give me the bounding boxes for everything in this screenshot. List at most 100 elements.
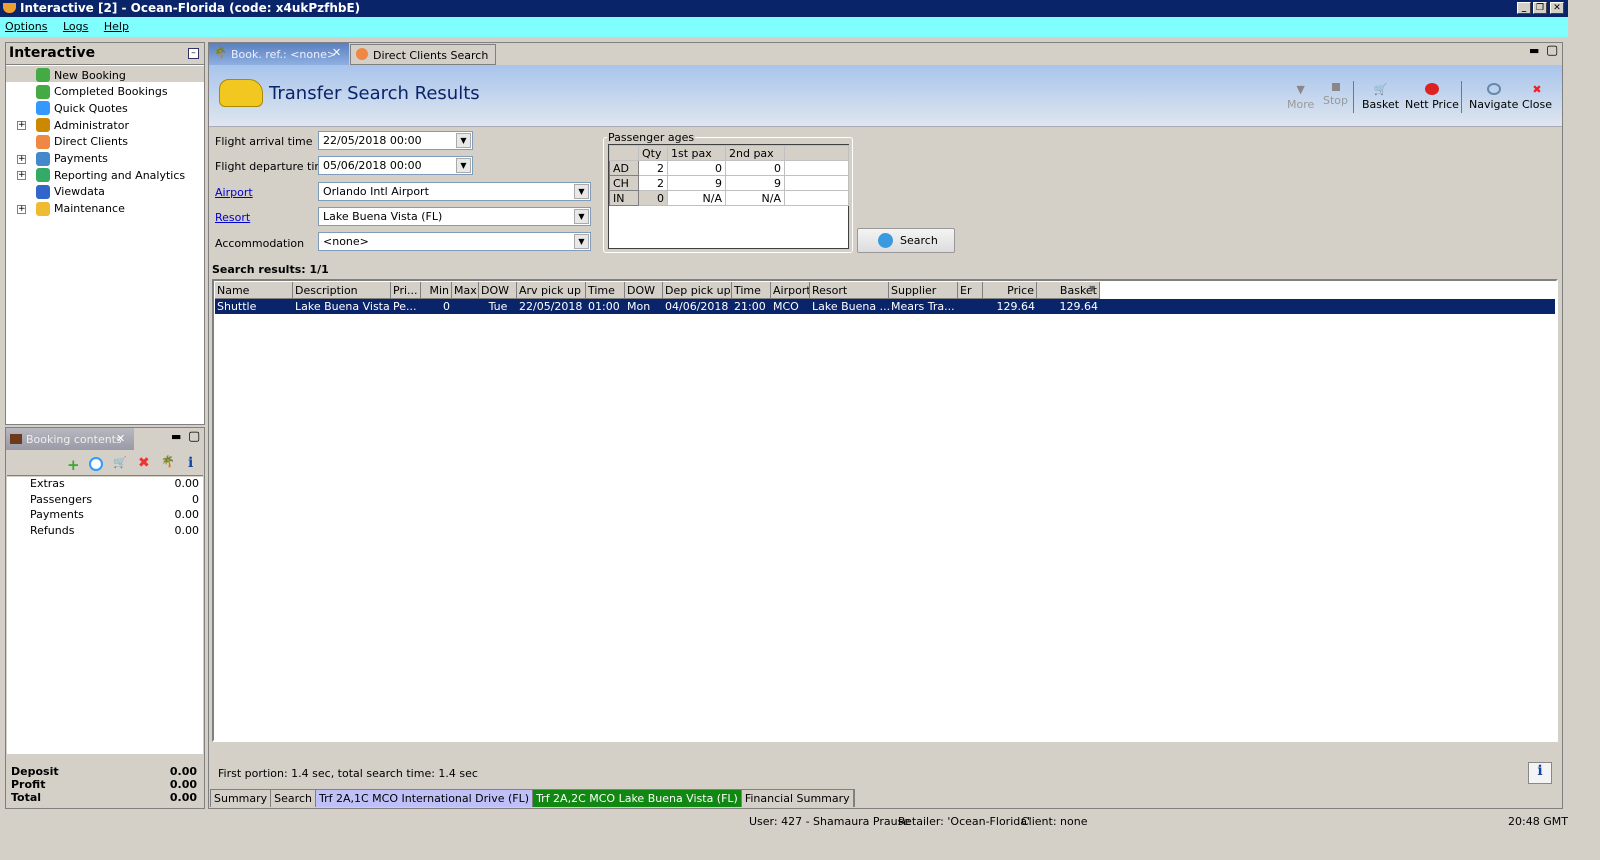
info-icon[interactable]: i — [188, 455, 193, 471]
expand-icon[interactable]: + — [17, 171, 26, 181]
bottom-tab[interactable]: Trf 2A,1C MCO International Drive (FL) — [315, 790, 534, 807]
sidebar-item-completed-bookings[interactable]: Completed Bookings — [36, 84, 168, 100]
basket-transfer-icon[interactable]: 🛒 — [113, 456, 127, 469]
page-title: Transfer Search Results — [269, 83, 480, 104]
info-button[interactable]: i — [1528, 762, 1552, 784]
passenger-ages-grid[interactable]: Qty 1st pax 2nd pax AD 2 0 0 CH 2 9 9 IN 0 N/A N/A — [609, 145, 849, 206]
sidebar-item-reporting-and-analytics[interactable]: Reporting and Analytics — [36, 167, 185, 183]
pax-cell[interactable]: N/A — [667, 190, 726, 206]
sidebar-item-payments[interactable]: Payments — [36, 151, 108, 167]
table-cell — [452, 299, 479, 314]
minimize-button[interactable]: _ — [1517, 2, 1531, 14]
expand-icon[interactable]: + — [17, 204, 26, 214]
sidebar-item-maintenance[interactable]: Maintenance — [36, 201, 125, 217]
item-icon — [36, 201, 50, 216]
add-icon[interactable]: + — [67, 456, 80, 474]
total-value: 0.00 — [169, 791, 197, 804]
tab-direct-clients-search[interactable]: Direct Clients Search — [350, 44, 496, 65]
menu-options[interactable]: Options — [5, 20, 47, 33]
airport-select[interactable]: Orlando Intl Airport ▼ — [318, 182, 591, 201]
search-button[interactable]: Search — [857, 228, 955, 253]
maximize-icon[interactable]: ▢ — [1546, 43, 1558, 58]
close-tab-icon[interactable]: ✕ — [332, 46, 341, 59]
minimize-icon[interactable]: ▬ — [1529, 44, 1539, 57]
pax-cell[interactable]: 9 — [725, 175, 785, 191]
bottom-tab[interactable]: Trf 2A,2C MCO Lake Buena Vista (FL) — [533, 790, 742, 807]
sidebar-item-label: Maintenance — [54, 202, 125, 216]
close-window-button[interactable]: ✕ — [1550, 2, 1564, 14]
resort-select[interactable]: Lake Buena Vista (FL) ▼ — [318, 207, 591, 226]
column-header[interactable]: Supplier — [889, 282, 958, 299]
column-header[interactable]: Time — [732, 282, 771, 299]
resort-link[interactable]: Resort — [215, 211, 250, 224]
sidebar-item-direct-clients[interactable]: Direct Clients — [36, 134, 128, 150]
pax-cell[interactable]: 9 — [667, 175, 726, 191]
booking-contents-tab[interactable]: Booking contents ✕ — [6, 428, 134, 450]
sidebar-item-administrator[interactable]: Administrator — [36, 117, 129, 133]
close-button[interactable]: ✖ Close — [1522, 83, 1552, 111]
expand-icon[interactable]: + — [17, 121, 26, 131]
menu-help[interactable]: Help — [104, 20, 129, 33]
palm-icon[interactable]: 🌴 — [161, 455, 175, 468]
pax-cell[interactable]: 0 — [725, 160, 785, 176]
tab-direct-clients-label: Direct Clients Search — [373, 49, 489, 62]
navigate-button[interactable]: Navigate — [1469, 83, 1518, 111]
pax-cell[interactable]: 2 — [638, 160, 668, 176]
restore-button[interactable]: ❐ — [1533, 2, 1547, 14]
chevron-down-icon[interactable]: ▼ — [574, 184, 589, 199]
column-header[interactable]: Er — [958, 282, 983, 299]
column-header[interactable]: Min — [421, 282, 452, 299]
bottom-tab[interactable]: Financial Summary — [741, 790, 854, 807]
sidebar-item-quick-quotes[interactable]: Quick Quotes — [36, 100, 128, 116]
accommodation-select[interactable]: <none> ▼ — [318, 232, 591, 251]
column-header[interactable]: Name — [215, 282, 293, 299]
tab-booking[interactable]: 🌴 Book. ref.: <none> ✕ — [209, 43, 349, 65]
column-header[interactable]: Airport — [771, 282, 810, 299]
minimize-icon[interactable]: ▬ — [171, 430, 181, 443]
pax-cell[interactable]: 0 — [638, 190, 668, 206]
column-header[interactable]: Arv pick up — [517, 282, 586, 299]
title-bar: Interactive [2] - Ocean-Florida (code: x… — [0, 0, 1568, 17]
column-header[interactable]: Time — [586, 282, 625, 299]
clock-icon[interactable] — [89, 457, 103, 471]
pax-cell[interactable]: 2 — [638, 175, 668, 191]
item-icon — [36, 184, 50, 199]
collapse-icon[interactable]: – — [188, 48, 199, 59]
nett-price-button[interactable]: Nett Price — [1405, 83, 1459, 111]
results-table[interactable]: Name Description Pri... Min Max DOW Arv pick u… — [212, 279, 1558, 742]
basket-button[interactable]: 🛒 Basket — [1362, 83, 1399, 111]
column-header[interactable]: Description — [293, 282, 391, 299]
more-button[interactable]: ▼ More — [1287, 83, 1314, 111]
pax-cell[interactable]: 0 — [667, 160, 726, 176]
table-cell: 22/05/2018 — [519, 300, 583, 313]
bottom-tab[interactable]: Summary — [211, 790, 272, 807]
arrival-date-input[interactable]: 22/05/2018 00:00 ▼ — [318, 131, 473, 150]
item-icon — [36, 101, 50, 116]
chevron-down-icon[interactable]: ▼ — [574, 234, 589, 249]
table-row[interactable]: Shuttle Lake Buena Vista... Pe... 0 Tue 22/05… — [215, 299, 1555, 314]
sidebar-item-viewdata[interactable]: Viewdata — [36, 184, 105, 200]
column-header[interactable]: DOW — [625, 282, 663, 299]
airport-link[interactable]: Airport — [215, 186, 253, 199]
sidebar: Interactive – New Booking Completed Booki… — [5, 42, 205, 425]
close-tab-icon[interactable]: ✕ — [116, 432, 125, 445]
column-header[interactable]: DOW — [479, 282, 517, 299]
stop-button[interactable]: Stop — [1323, 83, 1348, 107]
menu-logs[interactable]: Logs — [63, 20, 88, 33]
expand-icon[interactable]: + — [17, 154, 26, 164]
column-header[interactable]: Price — [983, 282, 1037, 299]
column-header[interactable]: Resort — [810, 282, 889, 299]
passenger-ages-group: Passenger ages Qty 1st pax 2nd pax AD 2 0 0 CH… — [603, 131, 853, 253]
pax-cell[interactable]: N/A — [725, 190, 785, 206]
sidebar-item-new-booking[interactable]: New Booking — [36, 67, 126, 83]
column-header[interactable]: Dep pick up — [663, 282, 732, 299]
delete-icon[interactable]: ✖ — [138, 455, 150, 471]
departure-date-input[interactable]: 05/06/2018 00:00 ▼ — [318, 156, 473, 175]
column-header[interactable]: Max — [452, 282, 479, 299]
calendar-dropdown-icon[interactable]: ▼ — [456, 133, 471, 148]
chevron-down-icon[interactable]: ▼ — [574, 209, 589, 224]
calendar-dropdown-icon[interactable]: ▼ — [456, 158, 471, 173]
bottom-tab[interactable]: Search — [271, 790, 316, 807]
column-header[interactable]: Pri... — [391, 282, 421, 299]
maximize-icon[interactable]: ▢ — [188, 429, 200, 444]
